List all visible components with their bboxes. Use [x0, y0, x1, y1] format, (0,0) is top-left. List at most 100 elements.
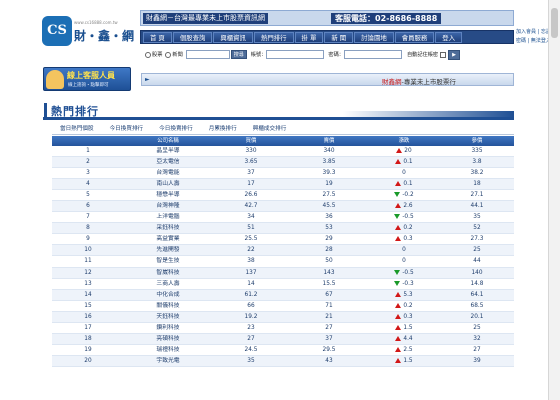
table-row[interactable]: 16 天鈺科技 19.2 21 0.3 20.1	[52, 311, 514, 323]
table-row[interactable]: 3 台灣電能 37 39.3 0 38.2	[52, 168, 514, 180]
sell-price-cell: 3.85	[322, 159, 336, 166]
rank-cell: 20	[84, 357, 92, 364]
down-arrow-icon	[394, 280, 401, 286]
nav-orders[interactable]: 掛 單	[294, 31, 324, 43]
table-row[interactable]: 18 亮碩科技 27 37 4.4 32	[52, 333, 514, 345]
sell-price-cell: 21	[325, 313, 333, 320]
ranking-table: 公司名稱 買價 賣價 漲跌 參價 1 晶呈半導 330 340 20 335 2 亞太電信 3.…	[52, 136, 514, 367]
ranking-tabs: 當日熱門個股 今日換買排行 今日換賣排行 月累換排行 興櫃成交排行	[52, 124, 514, 135]
tab-daily-hot[interactable]: 當日熱門個股	[52, 124, 102, 135]
account-input[interactable]	[266, 50, 325, 59]
company-cell[interactable]: 天鈺科技	[124, 312, 212, 322]
reference-price-cell: 335	[471, 148, 483, 154]
scrollbar-thumb[interactable]	[551, 8, 558, 38]
nav-forum[interactable]: 討論園地	[354, 31, 394, 43]
company-cell[interactable]: 瑞禮科技	[124, 345, 212, 355]
company-cell[interactable]: 晶呈半導	[124, 146, 212, 156]
company-cell[interactable]: 穩懋半導	[124, 190, 212, 200]
buy-price-cell: 42.7	[244, 203, 258, 210]
sell-price-cell: 29.5	[322, 346, 336, 353]
search-input[interactable]	[185, 50, 230, 59]
table-row[interactable]: 8 采鈺科技 51 53 0.2 52	[52, 223, 514, 235]
login-go-button[interactable]: ▶	[448, 49, 460, 60]
search-login-bar: 股票 新聞 搜尋 帳號： 密碼： 自動記住帳密 ▶	[145, 49, 476, 60]
company-cell[interactable]: 鑽利科技	[124, 323, 212, 333]
tab-today-buy[interactable]: 今日換買排行	[102, 124, 152, 135]
nav-otc-info[interactable]: 興櫃資訊	[213, 31, 253, 43]
reference-price-cell: 14.8	[470, 280, 484, 287]
table-row[interactable]: 13 三商人壽 14 15.5 -0.3 14.8	[52, 279, 514, 290]
online-service-banner[interactable]: 線上客服人員 線上諮詢・點擊即可	[43, 67, 131, 91]
table-row[interactable]: 5 穩懋半導 26.6 27.5 -0.2 27.1	[52, 190, 514, 202]
sell-price-cell: 50	[325, 258, 333, 265]
nav-member-service[interactable]: 會員服務	[394, 31, 435, 43]
password-input[interactable]	[343, 50, 402, 59]
nav-news[interactable]: 新 聞	[324, 31, 354, 43]
company-cell[interactable]: 台灣電能	[124, 168, 212, 178]
table-row[interactable]: 19 瑞禮科技 24.5 29.5 2.5 27	[52, 345, 514, 356]
company-cell[interactable]: 宇致光電	[124, 356, 212, 366]
company-cell[interactable]: 關儀科技	[124, 301, 212, 311]
reference-price-cell: 140	[471, 269, 483, 276]
table-row[interactable]: 10 先進開發 22 28 0 25	[52, 245, 514, 257]
service-subtitle: 線上諮詢・點擊即可	[68, 83, 109, 88]
nav-login[interactable]: 登入	[435, 31, 463, 43]
company-cell[interactable]: 三商人壽	[124, 279, 212, 289]
table-row[interactable]: 20 宇致光電 35 43 1.5 39	[52, 355, 514, 367]
company-cell[interactable]: 智崴科技	[124, 268, 212, 278]
company-cell[interactable]: 南山人壽	[124, 179, 212, 189]
rank-cell: 4	[86, 181, 90, 188]
table-row[interactable]: 7 上洋電腦 34 36 -0.5 35	[52, 212, 514, 224]
company-cell[interactable]: 采鈺科技	[124, 223, 212, 233]
reference-price-cell: 44.1	[470, 203, 484, 210]
change-value: 4.4	[403, 335, 413, 342]
change-value: 0.2	[403, 302, 413, 309]
company-cell[interactable]: 智是生技	[124, 256, 212, 266]
table-row[interactable]: 2 亞太電信 3.65 3.85 0.1 3.8	[52, 157, 514, 169]
table-row[interactable]: 1 晶呈半導 330 340 20 335	[52, 146, 514, 158]
rank-cell: 3	[86, 170, 90, 177]
col-company: 公司名稱	[157, 138, 179, 144]
nav-home[interactable]: 首 頁	[143, 31, 172, 43]
company-cell[interactable]: 上洋電腦	[124, 212, 212, 222]
buy-price-cell: 3.65	[244, 159, 258, 166]
search-button[interactable]: 搜尋	[230, 50, 247, 59]
company-cell[interactable]: 亮碩科技	[124, 334, 212, 344]
rank-cell: 14	[84, 291, 92, 298]
table-row[interactable]: 15 關儀科技 66 71 0.2 68.5	[52, 301, 514, 312]
remember-checkbox[interactable]	[440, 51, 447, 58]
nav-stock-search[interactable]: 個股查詢	[172, 31, 213, 43]
buy-price-cell: 25.5	[244, 236, 258, 243]
sell-price-cell: 15.5	[322, 280, 336, 287]
rank-cell: 16	[84, 313, 92, 320]
company-cell[interactable]: 亞太電信	[124, 157, 212, 167]
change-value: 0	[402, 170, 406, 177]
change-value: 0.2	[403, 225, 413, 232]
vertical-scrollbar[interactable]	[548, 0, 560, 400]
nav-hot-ranking[interactable]: 熱門排行	[253, 31, 294, 43]
table-row[interactable]: 9 高益實業 25.5 29 0.3 27.3	[52, 234, 514, 246]
stock-radio[interactable]	[145, 51, 151, 58]
table-row[interactable]: 11 智是生技 38 50 0 44	[52, 256, 514, 268]
company-cell[interactable]: 高益實業	[124, 234, 212, 244]
up-arrow-icon	[395, 225, 402, 231]
company-cell[interactable]: 中化合成	[124, 290, 212, 300]
table-row[interactable]: 12 智崴科技 137 143 -0.5 140	[52, 267, 514, 279]
tab-otc-volume[interactable]: 興櫃成交排行	[245, 124, 295, 135]
tab-monthly[interactable]: 月累換排行	[201, 124, 245, 135]
table-row[interactable]: 14 中化合成 61.2 67 5.3 64.1	[52, 289, 514, 301]
reference-price-cell: 39	[473, 357, 481, 364]
logo-mark-icon: CS	[42, 16, 72, 46]
news-radio[interactable]	[165, 51, 172, 58]
rank-cell: 2	[86, 159, 90, 166]
table-row[interactable]: 17 鑽利科技 23 27 1.5 25	[52, 323, 514, 334]
site-logo[interactable]: CS www.cs16888.com.tw 財・鑫・網	[40, 12, 140, 56]
table-row[interactable]: 4 南山人壽 17 19 0.1 18	[52, 179, 514, 191]
change-cell: 0.1	[368, 179, 440, 189]
change-value: 20	[404, 148, 412, 154]
rank-cell: 11	[84, 258, 92, 265]
company-cell[interactable]: 台灣神隆	[124, 201, 212, 211]
tab-today-sell[interactable]: 今日換賣排行	[151, 124, 201, 135]
table-row[interactable]: 6 台灣神隆 42.7 45.5 2.6 44.1	[52, 201, 514, 213]
company-cell[interactable]: 先進開發	[124, 245, 212, 255]
